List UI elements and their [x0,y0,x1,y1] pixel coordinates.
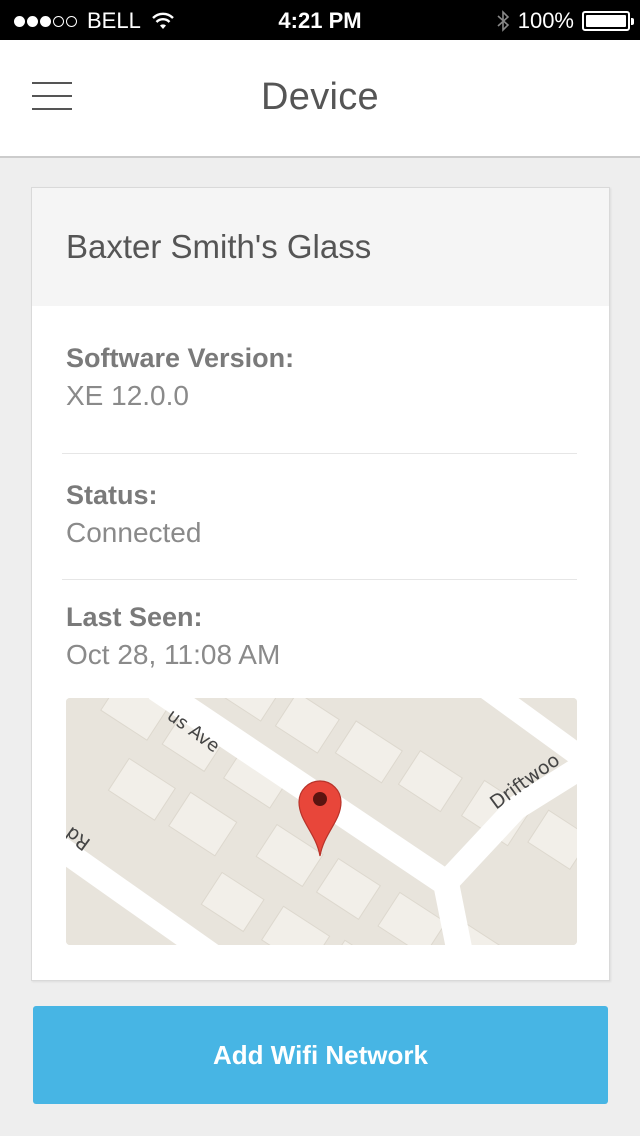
add-wifi-network-button[interactable]: Add Wifi Network [33,1006,608,1104]
field-value: XE 12.0.0 [66,380,189,411]
field-value: Connected [66,517,202,548]
battery-icon [582,11,634,31]
battery-nub [631,18,634,25]
last-seen-field: Last Seen: Oct 28, 11:08 AM [66,602,280,671]
divider [62,579,577,580]
battery-fill [586,15,626,27]
device-name: Baxter Smith's Glass [66,228,372,265]
divider [62,453,577,454]
status-right: 100% [496,8,634,34]
map-canvas: us Ave Driftwoo Rd [66,698,577,945]
field-value: Oct 28, 11:08 AM [66,639,281,670]
field-label: Last Seen: [66,602,203,632]
device-card-header: Baxter Smith's Glass [32,188,609,306]
device-card: Baxter Smith's Glass Software Version: X… [31,187,610,981]
battery-percent: 100% [517,8,574,33]
field-label: Status: [66,480,158,510]
status-bar: BELL 4:21 PM 100% [0,0,640,40]
field-label: Software Version: [66,343,295,373]
bluetooth-icon [497,10,509,32]
page-title: Device [261,76,379,118]
software-version-field: Software Version: XE 12.0.0 [66,343,294,412]
nav-bar: Device [0,40,640,158]
status-field: Status: Connected [66,480,201,549]
location-map[interactable]: us Ave Driftwoo Rd [66,698,577,945]
